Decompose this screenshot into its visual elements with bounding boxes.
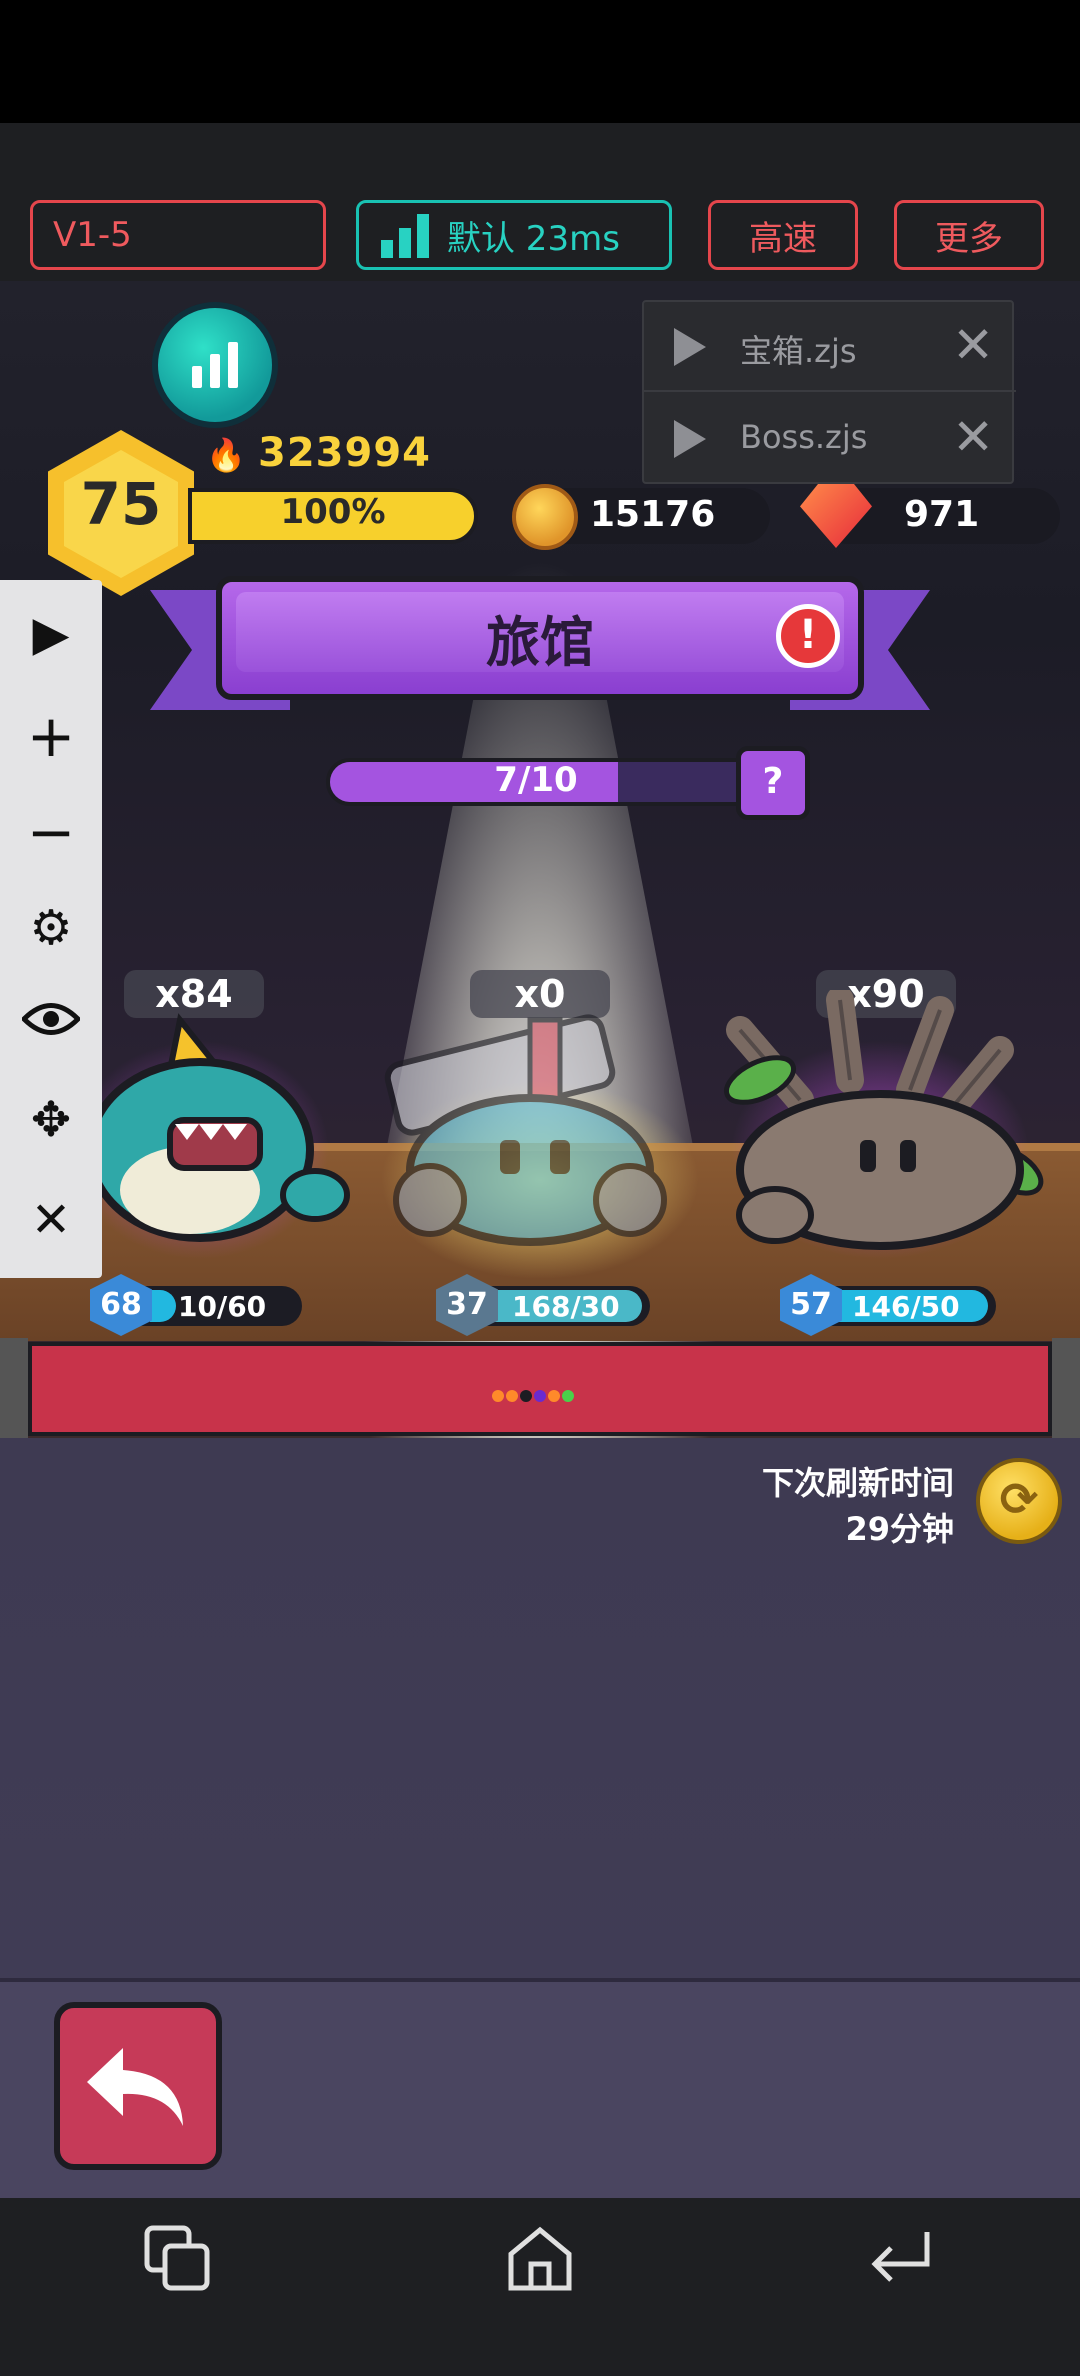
page-dot — [506, 1390, 518, 1402]
page-dot — [520, 1390, 532, 1402]
script-name: 宝箱.zjs — [740, 332, 857, 370]
eye-icon[interactable] — [0, 994, 102, 1050]
back-nav-icon[interactable] — [840, 2214, 960, 2304]
strip-frame-left — [0, 1338, 28, 1438]
coin-count: 15176 — [590, 494, 716, 535]
help-button[interactable]: ? — [736, 746, 810, 820]
coin-icon — [512, 484, 578, 550]
bar-chart-icon — [192, 342, 238, 388]
speed-button[interactable]: 高速 — [708, 200, 858, 270]
strip-frame-right — [1052, 1338, 1080, 1438]
hp-label: 146/50 — [852, 1290, 960, 1323]
gear-icon[interactable]: ⚙ — [0, 900, 102, 956]
play-icon[interactable] — [674, 420, 706, 458]
inn-progress-label: 7/10 — [494, 760, 578, 800]
refresh-icon[interactable]: ⟳ — [976, 1458, 1062, 1544]
script-list: 宝箱.zjs ✕ Boss.zjs ✕ — [642, 300, 1016, 484]
page-dot — [548, 1390, 560, 1402]
close-icon[interactable]: ✕ — [0, 1192, 102, 1248]
refresh-time: 29分钟 — [845, 1510, 954, 1548]
player-level: 75 — [80, 470, 162, 538]
close-icon[interactable]: ✕ — [952, 316, 994, 374]
script-row[interactable]: 宝箱.zjs ✕ — [644, 302, 1016, 392]
back-arrow-icon — [87, 2048, 183, 2126]
exp-percent: 100% — [280, 492, 386, 532]
gem-count: 971 — [904, 494, 980, 535]
plus-icon[interactable]: + — [0, 702, 102, 770]
refresh-label: 下次刷新时间 — [761, 1464, 954, 1502]
play-icon[interactable]: ▶ — [0, 606, 102, 662]
page-dot — [492, 1390, 504, 1402]
power-value: 323994 — [258, 430, 431, 476]
floating-control-panel: ▶ + − ⚙ ✥ ✕ — [0, 580, 102, 1278]
script-name: Boss.zjs — [740, 418, 868, 456]
alert-icon[interactable]: ! — [776, 604, 840, 668]
hp-label: 168/30 — [512, 1290, 620, 1323]
robot-monster[interactable] — [360, 1000, 690, 1260]
page-dot — [534, 1390, 546, 1402]
more-button[interactable]: 更多 — [894, 200, 1044, 270]
network-button[interactable]: 默认 23ms — [356, 200, 672, 270]
version-button[interactable]: V1-5 — [30, 200, 326, 270]
network-label: 默认 23ms — [447, 218, 620, 259]
move-icon[interactable]: ✥ — [0, 1092, 102, 1148]
close-icon[interactable]: ✕ — [952, 408, 994, 466]
home-icon[interactable] — [480, 2214, 600, 2304]
signal-bars-icon — [381, 214, 429, 258]
minus-icon[interactable]: − — [0, 798, 102, 866]
inn-title: 旅馆 — [486, 611, 594, 674]
play-icon[interactable] — [674, 328, 706, 366]
flame-icon: 🔥 — [206, 436, 246, 474]
status-bar — [0, 0, 1080, 123]
script-row[interactable]: Boss.zjs ✕ — [644, 394, 1016, 484]
recent-apps-icon[interactable] — [118, 2214, 238, 2304]
hp-label: 10/60 — [178, 1290, 267, 1323]
stats-button[interactable] — [152, 302, 278, 428]
dino-monster[interactable] — [60, 1010, 360, 1250]
carousel-strip[interactable] — [28, 1342, 1052, 1436]
page-dot — [562, 1390, 574, 1402]
back-button[interactable] — [54, 2002, 222, 2170]
stump-monster[interactable] — [680, 990, 1060, 1260]
